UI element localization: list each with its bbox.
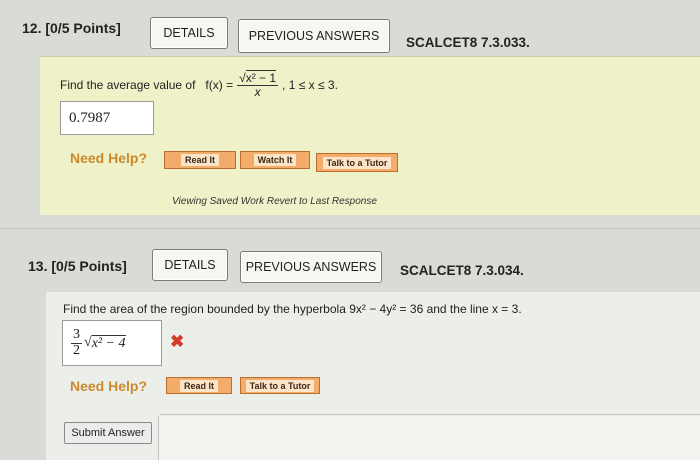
q13-code: SCALCET8 7.3.034. <box>400 263 524 278</box>
q13-previous-answers-button[interactable]: PREVIOUS ANSWERS <box>240 251 382 283</box>
q12-function-label: f(x) = <box>205 78 234 93</box>
q13-read-it-button[interactable]: Read It <box>166 377 232 394</box>
q12-previous-answers-button[interactable]: PREVIOUS ANSWERS <box>238 19 390 53</box>
q12-prompt: Find the average value of f(x) = √x² − 1… <box>60 70 338 99</box>
q13-number: 13. [0/5 Points] <box>28 258 127 274</box>
q12-talk-to-tutor-button[interactable]: Talk to a Tutor <box>316 153 398 172</box>
wrong-answer-icon: ✖ <box>170 332 185 351</box>
q13-prompt: Find the area of the region bounded by t… <box>63 302 522 316</box>
sqrt-icon: √ <box>239 71 246 85</box>
q13-submit-answer-button[interactable]: Submit Answer <box>64 422 152 444</box>
q12-details-button[interactable]: DETAILS <box>150 17 228 49</box>
q12-domain: , 1 ≤ x ≤ 3. <box>282 78 338 93</box>
q12-need-help: Need Help? <box>70 150 148 166</box>
q13-details-button[interactable]: DETAILS <box>152 249 228 281</box>
divider <box>0 228 700 229</box>
q12-watch-it-button[interactable]: Watch It <box>240 151 310 169</box>
q12-answer-field[interactable]: 0.7987 <box>60 101 154 135</box>
q12-fraction: √x² − 1 x <box>237 70 279 99</box>
q13-submit-area <box>158 416 700 460</box>
q12-code: SCALCET8 7.3.033. <box>406 35 530 50</box>
q13-divider <box>160 414 700 415</box>
q12-denominator: x <box>254 84 261 99</box>
q12-read-it-button[interactable]: Read It <box>164 151 236 169</box>
q13-answer-fraction: 3 2 <box>71 326 82 358</box>
q13-answer-field[interactable]: 3 2 √ x² − 4 <box>62 320 162 366</box>
q12-saved-work-link[interactable]: Viewing Saved Work Revert to Last Respon… <box>172 196 377 207</box>
q13-talk-to-tutor-button[interactable]: Talk to a Tutor <box>240 377 320 394</box>
q12-number: 12. [0/5 Points] <box>22 20 121 36</box>
q12-prompt-text: Find the average value of <box>60 78 196 93</box>
sqrt-icon: √ <box>84 335 92 350</box>
q13-need-help: Need Help? <box>70 378 148 394</box>
